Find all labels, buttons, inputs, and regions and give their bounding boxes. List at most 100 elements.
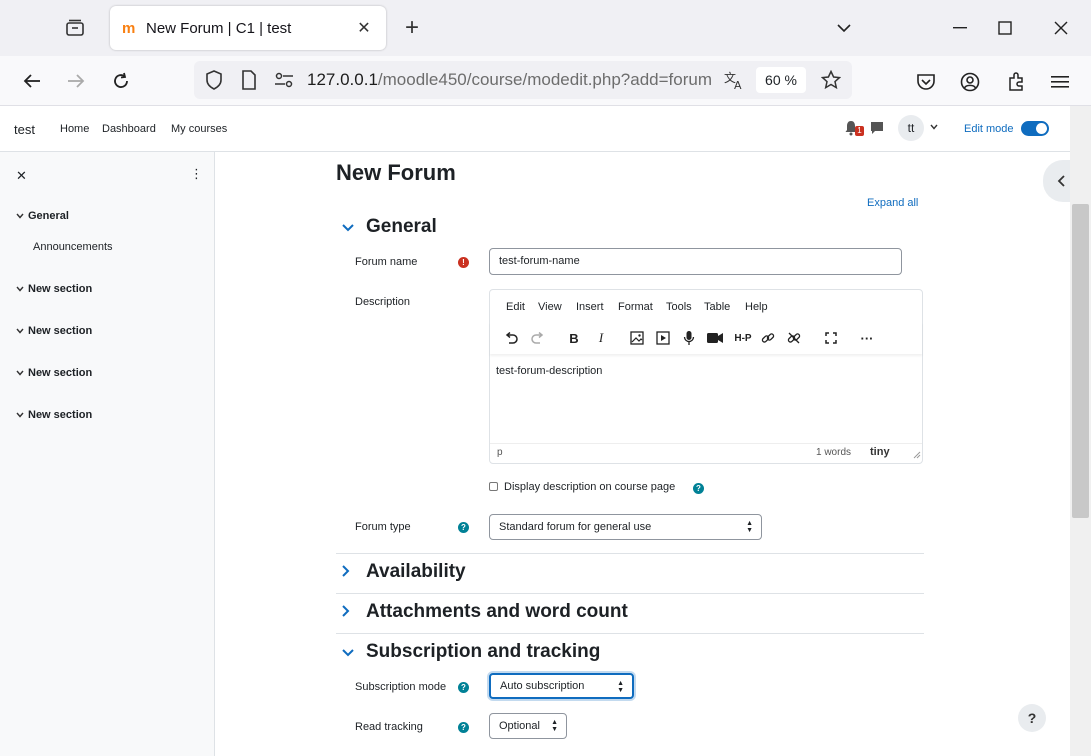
translate-icon[interactable]: 文A bbox=[722, 69, 746, 91]
resize-handle-icon[interactable] bbox=[913, 451, 921, 462]
help-icon[interactable]: ? bbox=[693, 483, 704, 494]
close-drawer-icon[interactable]: ✕ bbox=[16, 168, 27, 184]
drawer-section-new[interactable]: New section bbox=[16, 283, 92, 295]
drawer-section-new[interactable]: New section bbox=[16, 325, 92, 337]
extensions-icon[interactable] bbox=[1002, 68, 1030, 96]
media-icon[interactable] bbox=[654, 330, 672, 346]
drawer-section-general[interactable]: General bbox=[16, 210, 69, 222]
drawer-section-label: New section bbox=[28, 409, 93, 421]
editor-menu-help[interactable]: Help bbox=[745, 301, 768, 313]
undo-icon[interactable] bbox=[502, 330, 520, 346]
close-tab-icon[interactable]: ✕ bbox=[352, 16, 376, 40]
minimize-icon[interactable] bbox=[945, 14, 975, 42]
svg-text:A: A bbox=[734, 79, 742, 90]
permissions-icon[interactable] bbox=[272, 69, 296, 91]
bold-icon[interactable]: B bbox=[565, 330, 583, 346]
zoom-level[interactable]: 60 % bbox=[756, 67, 806, 93]
chevron-down-icon[interactable] bbox=[336, 219, 366, 236]
browser-tab-active[interactable]: m New Forum | C1 | test ✕ bbox=[110, 6, 386, 50]
site-name[interactable]: test bbox=[14, 122, 35, 137]
editor-menu-insert[interactable]: Insert bbox=[576, 301, 604, 313]
section-subscription-header[interactable]: Subscription and tracking bbox=[336, 641, 924, 663]
editor-menu-tools[interactable]: Tools bbox=[666, 301, 692, 313]
chevron-down-icon[interactable] bbox=[16, 410, 28, 420]
italic-icon[interactable]: I bbox=[592, 330, 610, 346]
chevron-down-icon[interactable] bbox=[930, 122, 938, 132]
link-icon[interactable] bbox=[759, 330, 777, 346]
section-attachments-header[interactable]: Attachments and word count bbox=[336, 601, 924, 623]
new-tab-icon[interactable]: + bbox=[398, 14, 426, 42]
nav-my-courses[interactable]: My courses bbox=[171, 123, 227, 135]
more-icon[interactable]: ··· bbox=[858, 330, 876, 346]
nav-dashboard[interactable]: Dashboard bbox=[102, 123, 156, 135]
forum-type-select[interactable]: Standard forum for general use ▲ ▼ bbox=[489, 514, 762, 540]
drawer-section-label: New section bbox=[28, 367, 93, 379]
shield-icon[interactable] bbox=[202, 69, 226, 91]
editor-menu-view[interactable]: View bbox=[538, 301, 562, 313]
video-camera-icon[interactable] bbox=[706, 330, 724, 346]
section-title: Attachments and word count bbox=[366, 601, 628, 622]
tab-overview-icon[interactable] bbox=[55, 14, 95, 42]
chevron-down-icon[interactable] bbox=[16, 326, 28, 336]
help-button[interactable]: ? bbox=[1018, 704, 1046, 732]
list-tabs-chevron-icon[interactable] bbox=[829, 14, 859, 42]
drawer-item-announcements[interactable]: Announcements bbox=[33, 241, 113, 253]
messages-icon[interactable] bbox=[870, 121, 884, 135]
back-icon[interactable] bbox=[16, 66, 48, 96]
forum-name-label: Forum name bbox=[355, 256, 418, 268]
editor-menu-table[interactable]: Table bbox=[704, 301, 730, 313]
editor-content[interactable]: test-forum-description bbox=[496, 365, 602, 377]
fullscreen-icon[interactable] bbox=[822, 330, 840, 346]
url-bar[interactable]: 127.0.0.1/moodle450/course/modedit.php?a… bbox=[194, 61, 852, 99]
kebab-menu-icon[interactable]: ⋮ bbox=[190, 166, 203, 182]
editor-path[interactable]: p bbox=[497, 447, 503, 458]
chevron-down-icon[interactable] bbox=[336, 644, 366, 661]
chevron-right-icon[interactable] bbox=[336, 604, 366, 621]
page-icon[interactable] bbox=[237, 69, 261, 91]
image-icon[interactable] bbox=[628, 330, 646, 346]
section-availability-header[interactable]: Availability bbox=[336, 561, 924, 583]
account-icon[interactable] bbox=[956, 68, 984, 96]
description-editor[interactable]: Edit View Insert Format Tools Table Help… bbox=[489, 289, 923, 464]
section-general-header[interactable]: General bbox=[336, 216, 924, 238]
bookmark-star-icon[interactable] bbox=[819, 69, 843, 91]
subscription-mode-value: Auto subscription bbox=[500, 680, 585, 692]
forum-name-input[interactable]: test-forum-name bbox=[489, 248, 902, 275]
drawer-section-new[interactable]: New section bbox=[16, 367, 92, 379]
scrollbar-thumb[interactable] bbox=[1072, 204, 1089, 518]
help-icon[interactable]: ? bbox=[458, 682, 469, 693]
divider bbox=[336, 633, 924, 634]
chevron-right-icon[interactable] bbox=[336, 564, 366, 581]
nav-home[interactable]: Home bbox=[60, 123, 89, 135]
chevron-down-icon[interactable] bbox=[16, 368, 28, 378]
display-description-checkbox[interactable] bbox=[489, 482, 498, 491]
expand-all-link[interactable]: Expand all bbox=[867, 197, 918, 209]
subscription-mode-select[interactable]: Auto subscription ▲ ▼ bbox=[489, 673, 634, 699]
page-scrollbar[interactable] bbox=[1070, 106, 1091, 756]
read-tracking-label: Read tracking bbox=[355, 721, 423, 733]
url-text[interactable]: 127.0.0.1/moodle450/course/modedit.php?a… bbox=[307, 70, 715, 90]
edit-mode-toggle[interactable] bbox=[1021, 121, 1049, 136]
help-icon[interactable]: ? bbox=[458, 722, 469, 733]
forward-icon[interactable] bbox=[60, 66, 92, 96]
editor-menu-format[interactable]: Format bbox=[618, 301, 653, 313]
close-window-icon[interactable] bbox=[1046, 14, 1076, 42]
menu-icon[interactable] bbox=[1046, 68, 1074, 96]
maximize-icon[interactable] bbox=[990, 14, 1020, 42]
redo-icon[interactable] bbox=[529, 330, 547, 346]
editor-menu-edit[interactable]: Edit bbox=[506, 301, 525, 313]
help-icon[interactable]: ? bbox=[458, 522, 469, 533]
microphone-icon[interactable] bbox=[680, 330, 698, 346]
course-index-drawer: ✕ ⋮ General Announcements New section Ne… bbox=[0, 152, 215, 756]
h5p-icon[interactable]: H-P bbox=[732, 330, 754, 346]
drawer-section-new[interactable]: New section bbox=[16, 409, 92, 421]
unlink-icon[interactable] bbox=[785, 330, 803, 346]
user-avatar[interactable]: tt bbox=[898, 115, 924, 141]
chevron-down-icon[interactable] bbox=[16, 284, 28, 294]
tiny-logo[interactable]: tiny bbox=[870, 446, 890, 458]
pocket-icon[interactable] bbox=[912, 68, 940, 96]
reload-icon[interactable] bbox=[105, 66, 137, 96]
editor-wordcount[interactable]: 1 words bbox=[816, 447, 851, 458]
chevron-down-icon[interactable] bbox=[16, 211, 28, 221]
read-tracking-select[interactable]: Optional ▲ ▼ bbox=[489, 713, 567, 739]
